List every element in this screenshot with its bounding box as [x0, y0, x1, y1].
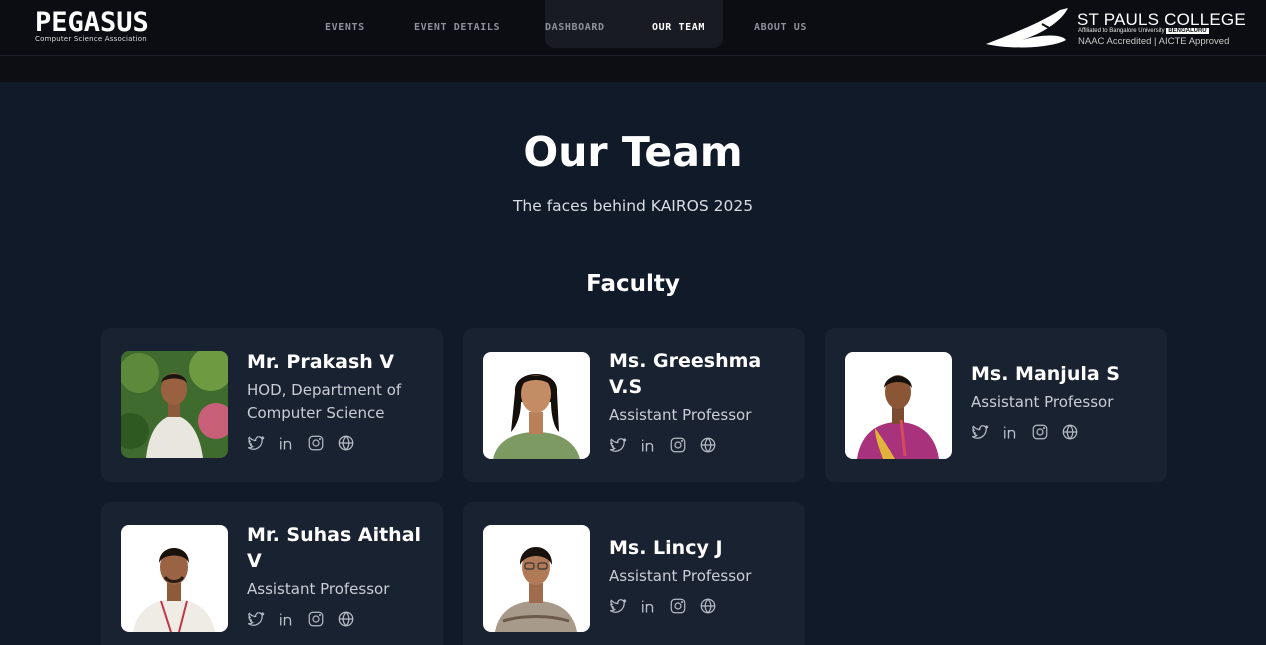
nav-strip	[0, 56, 1266, 82]
globe-icon[interactable]	[1061, 423, 1079, 441]
faculty-card: Ms. Manjula S Assistant Professor	[825, 328, 1167, 482]
faculty-name: Ms. Greeshma V.S	[609, 350, 762, 398]
social-links	[609, 436, 789, 454]
twitter-icon[interactable]	[971, 423, 989, 441]
faculty-photo	[121, 525, 228, 632]
linkedin-icon[interactable]	[277, 610, 295, 628]
faculty-role: Assistant Professor	[247, 580, 390, 598]
twitter-icon[interactable]	[247, 434, 265, 452]
college-accreditation: NAAC Accredited | AICTE Approved	[1078, 36, 1230, 47]
faculty-photo	[483, 352, 590, 459]
nav-link-about-us[interactable]: ABOUT US	[754, 22, 807, 33]
nav-link-our-team[interactable]: OUR TEAM	[652, 22, 705, 33]
instagram-icon[interactable]	[1031, 423, 1049, 441]
twitter-icon[interactable]	[609, 436, 627, 454]
globe-icon[interactable]	[337, 434, 355, 452]
instagram-icon[interactable]	[307, 610, 325, 628]
social-links	[247, 434, 427, 452]
globe-icon[interactable]	[337, 610, 355, 628]
college-name: ST PAULS COLLEGE	[1077, 10, 1246, 29]
globe-icon[interactable]	[699, 597, 717, 615]
linkedin-icon[interactable]	[1001, 423, 1019, 441]
nav-link-events[interactable]: EVENTS	[325, 22, 365, 33]
navbar: PEGASUS Computer Science Association EVE…	[0, 0, 1266, 56]
twitter-icon[interactable]	[609, 597, 627, 615]
nav-link-dashboard[interactable]: DASHBOARD	[545, 22, 605, 33]
faculty-photo	[121, 351, 228, 458]
faculty-photo	[845, 352, 952, 459]
faculty-card: Ms. Greeshma V.S Assistant Professor	[463, 328, 805, 482]
faculty-info: Ms. Manjula S Assistant Professor	[971, 361, 1151, 441]
twitter-icon[interactable]	[247, 610, 265, 628]
faculty-info: Ms. Lincy J Assistant Professor	[609, 535, 789, 615]
linkedin-icon[interactable]	[639, 436, 657, 454]
faculty-name: Mr. Prakash V	[247, 351, 395, 373]
college-city: BENGALURU	[1166, 28, 1209, 34]
brand-name: PEGASUS	[35, 7, 149, 38]
social-links	[609, 597, 789, 615]
college-affiliation-text: Affiliated to Bangalore University	[1078, 28, 1165, 34]
faculty-photo	[483, 525, 590, 632]
faculty-role: Assistant Professor	[609, 406, 752, 424]
instagram-icon[interactable]	[669, 597, 687, 615]
instagram-icon[interactable]	[669, 436, 687, 454]
linkedin-icon[interactable]	[277, 434, 295, 452]
page-subtitle: The faces behind KAIROS 2025	[512, 197, 754, 215]
nav-link-event-details[interactable]: EVENT DETAILS	[414, 22, 500, 33]
globe-icon[interactable]	[699, 436, 717, 454]
faculty-card: Ms. Lincy J Assistant Professor	[463, 502, 805, 645]
college-affiliation: Affiliated to Bangalore University BENGA…	[1078, 28, 1209, 34]
instagram-icon[interactable]	[307, 434, 325, 452]
faculty-name: Ms. Manjula S	[971, 363, 1120, 385]
faculty-info: Ms. Greeshma V.S Assistant Professor	[609, 348, 789, 454]
brand-logo[interactable]: PEGASUS Computer Science Association	[35, 7, 149, 44]
faculty-section-title: Faculty	[586, 271, 680, 297]
faculty-role: HOD, Department of Computer Science	[247, 381, 402, 422]
college-logo[interactable]: ST PAULS COLLEGE Affiliated to Bangalore…	[982, 4, 1246, 52]
faculty-name: Mr. Suhas Aithal V	[247, 524, 422, 572]
brand-subtitle: Computer Science Association	[35, 35, 147, 43]
faculty-card: Mr. Suhas Aithal V Assistant Professor	[101, 502, 443, 645]
faculty-info: Mr. Suhas Aithal V Assistant Professor	[247, 522, 427, 628]
faculty-name: Ms. Lincy J	[609, 537, 723, 559]
faculty-role: Assistant Professor	[971, 393, 1114, 411]
page-title: Our Team	[523, 128, 743, 176]
linkedin-icon[interactable]	[639, 597, 657, 615]
social-links	[971, 423, 1151, 441]
college-swoosh-icon	[986, 8, 1071, 48]
faculty-info: Mr. Prakash V HOD, Department of Compute…	[247, 349, 427, 452]
faculty-card: Mr. Prakash V HOD, Department of Compute…	[101, 328, 443, 482]
faculty-role: Assistant Professor	[609, 567, 752, 585]
social-links	[247, 610, 427, 628]
